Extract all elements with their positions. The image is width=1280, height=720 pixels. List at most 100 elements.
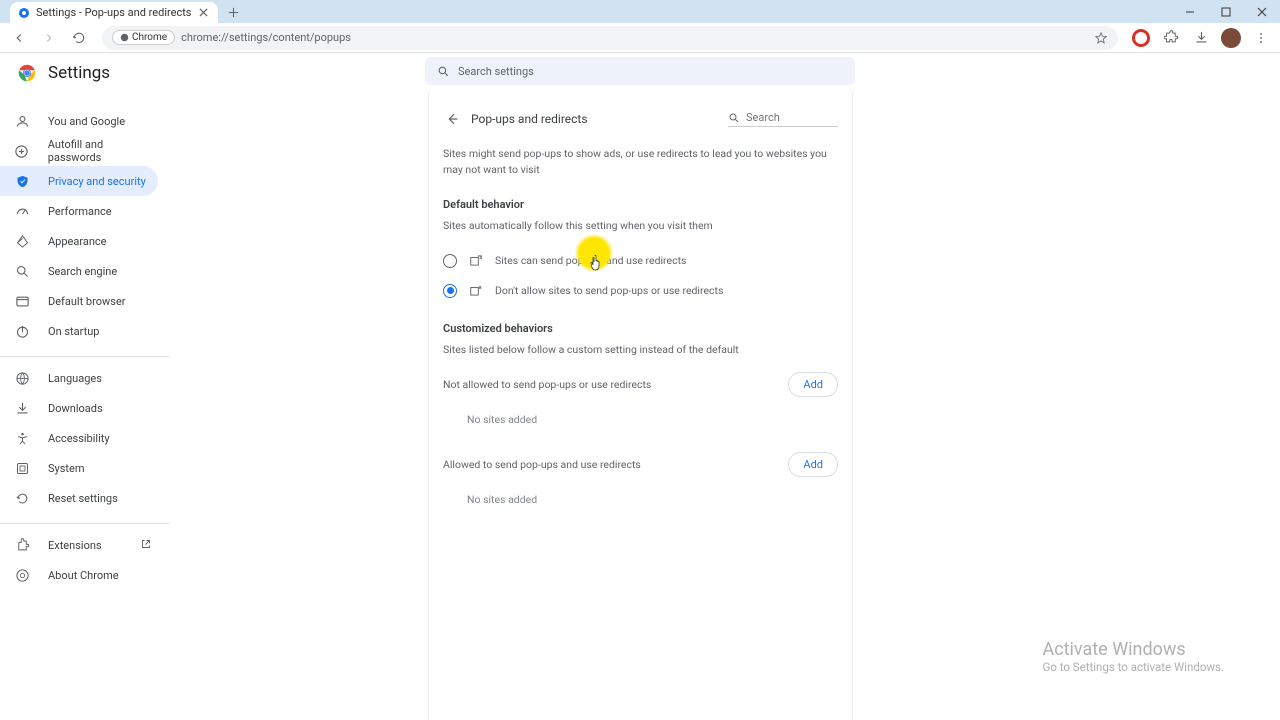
system-icon	[14, 460, 30, 476]
popup-allow-icon	[469, 254, 483, 268]
windows-watermark: Activate Windows Go to Settings to activ…	[1042, 639, 1224, 674]
browser-icon	[14, 293, 30, 309]
shield-icon	[14, 173, 30, 189]
nav-forward-button[interactable]	[36, 25, 62, 51]
radio-icon	[443, 284, 457, 298]
settings-sidebar: You and Google Autofill and passwords Pr…	[0, 92, 170, 720]
browser-tab[interactable]: Settings - Pop-ups and redirects	[10, 2, 218, 23]
add-allowed-button[interactable]: Add	[788, 452, 838, 477]
downloads-button[interactable]	[1188, 25, 1214, 51]
tab-strip: Settings - Pop-ups and redirects	[0, 0, 244, 23]
window-controls	[1172, 0, 1280, 23]
search-icon	[728, 112, 740, 124]
search-settings-placeholder: Search settings	[458, 65, 534, 78]
main-area: Pop-ups and redirects Sites might send p…	[170, 92, 1280, 720]
download-icon	[14, 400, 30, 416]
sidebar-item-label: About Chrome	[48, 569, 119, 582]
sidebar-divider	[0, 356, 170, 357]
panel-search[interactable]	[728, 111, 838, 127]
person-icon	[14, 113, 30, 129]
sidebar-item-label: Downloads	[48, 402, 103, 415]
sidebar-item-autofill[interactable]: Autofill and passwords	[0, 136, 158, 166]
window-titlebar: Settings - Pop-ups and redirects	[0, 0, 1280, 23]
nav-reload-button[interactable]	[66, 25, 92, 51]
maximize-button[interactable]	[1208, 0, 1244, 23]
sidebar-item-label: On startup	[48, 325, 99, 338]
sidebar-item-label: You and Google	[48, 115, 125, 128]
sidebar-item-label: Accessibility	[48, 432, 110, 445]
power-icon	[14, 323, 30, 339]
sidebar-item-languages[interactable]: Languages	[0, 363, 158, 393]
not-allowed-label: Not allowed to send pop-ups or use redir…	[443, 378, 651, 391]
sidebar-item-label: Reset settings	[48, 492, 118, 505]
panel-header: Pop-ups and redirects	[429, 92, 852, 140]
sidebar-item-appearance[interactable]: Appearance	[0, 226, 158, 256]
customized-behaviors-subtext: Sites listed below follow a custom setti…	[443, 343, 838, 356]
sidebar-item-label: Extensions	[48, 539, 102, 552]
sidebar-item-label: System	[48, 462, 85, 475]
globe-icon	[14, 370, 30, 386]
not-allowed-empty: No sites added	[443, 397, 838, 436]
profile-avatar[interactable]	[1218, 25, 1244, 51]
settings-content: You and Google Autofill and passwords Pr…	[0, 92, 1280, 720]
panel-search-input[interactable]	[746, 111, 826, 124]
sidebar-item-you-and-google[interactable]: You and Google	[0, 106, 158, 136]
sidebar-item-on-startup[interactable]: On startup	[0, 316, 158, 346]
reset-icon	[14, 490, 30, 506]
sidebar-divider	[0, 523, 170, 524]
settings-panel: Pop-ups and redirects Sites might send p…	[428, 92, 853, 720]
lens-button[interactable]	[1128, 25, 1154, 51]
nav-back-button[interactable]	[6, 25, 32, 51]
minimize-button[interactable]	[1172, 0, 1208, 23]
not-allowed-section: Not allowed to send pop-ups or use redir…	[443, 372, 838, 397]
address-chip: Chrome	[112, 30, 175, 45]
panel-back-button[interactable]	[439, 106, 465, 132]
sidebar-item-label: Autofill and passwords	[48, 138, 158, 164]
allowed-empty: No sites added	[443, 477, 838, 516]
sidebar-item-label: Privacy and security	[48, 175, 146, 188]
lens-icon	[1132, 29, 1150, 47]
tab-close-icon[interactable]	[198, 7, 210, 19]
bookmark-star-icon[interactable]	[1094, 31, 1108, 45]
radio-icon	[443, 254, 457, 268]
sidebar-item-performance[interactable]: Performance	[0, 196, 158, 226]
watermark-line2: Go to Settings to activate Windows.	[1042, 660, 1224, 674]
tab-favicon-icon	[18, 7, 30, 19]
sidebar-item-reset-settings[interactable]: Reset settings	[0, 483, 158, 513]
sidebar-item-extensions[interactable]: Extensions	[0, 530, 158, 560]
settings-title: Settings	[48, 63, 110, 83]
sidebar-item-system[interactable]: System	[0, 453, 158, 483]
sidebar-item-label: Appearance	[48, 235, 107, 248]
add-not-allowed-button[interactable]: Add	[788, 372, 838, 397]
sidebar-item-search-engine[interactable]: Search engine	[0, 256, 158, 286]
sidebar-item-label: Languages	[48, 372, 102, 385]
watermark-line1: Activate Windows	[1042, 639, 1224, 660]
sidebar-item-about-chrome[interactable]: About Chrome	[0, 560, 158, 590]
panel-body: Sites might send pop-ups to show ads, or…	[429, 140, 852, 530]
panel-intro: Sites might send pop-ups to show ads, or…	[443, 146, 838, 178]
sidebar-item-default-browser[interactable]: Default browser	[0, 286, 158, 316]
palette-icon	[14, 233, 30, 249]
sidebar-item-label: Performance	[48, 205, 112, 218]
puzzle-icon	[14, 537, 30, 553]
sidebar-item-accessibility[interactable]: Accessibility	[0, 423, 158, 453]
allowed-label: Allowed to send pop-ups and use redirect…	[443, 458, 641, 471]
sidebar-item-downloads[interactable]: Downloads	[0, 393, 158, 423]
menu-button[interactable]	[1248, 25, 1274, 51]
accessibility-icon	[14, 430, 30, 446]
extensions-button[interactable]	[1158, 25, 1184, 51]
new-tab-button[interactable]	[224, 2, 244, 22]
panel-title: Pop-ups and redirects	[471, 112, 588, 126]
chrome-icon	[14, 567, 30, 583]
customized-behaviors-heading: Customized behaviors	[443, 322, 838, 335]
address-bar[interactable]: Chrome chrome://settings/content/popups	[102, 26, 1118, 50]
radio-allow-popups[interactable]: Sites can send pop-ups and use redirects	[443, 246, 838, 276]
radio-block-popups[interactable]: Don't allow sites to send pop-ups or use…	[443, 276, 838, 306]
chrome-logo-icon	[16, 62, 38, 84]
radio-label: Sites can send pop-ups and use redirects	[495, 254, 686, 267]
sidebar-item-label: Search engine	[48, 265, 117, 278]
close-button[interactable]	[1244, 0, 1280, 23]
search-settings[interactable]: Search settings	[425, 57, 855, 85]
speedometer-icon	[14, 203, 30, 219]
sidebar-item-privacy-security[interactable]: Privacy and security	[0, 166, 158, 196]
